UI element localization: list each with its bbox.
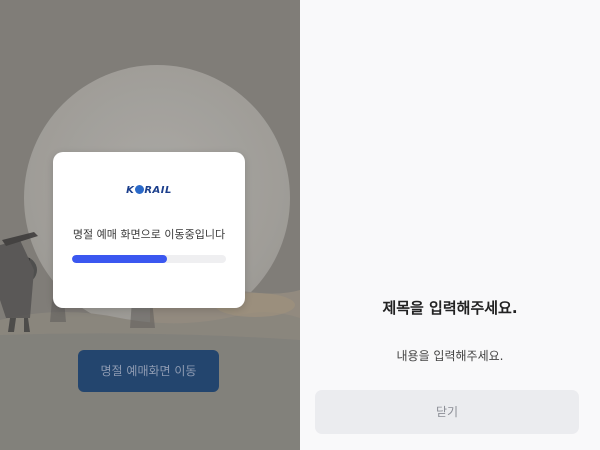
korail-logo: K RAIL <box>53 185 245 196</box>
right-panel: 제목을 입력해주세요. 내용을 입력해주세요. 닫기 <box>300 0 600 450</box>
logo-text-k: K <box>126 185 135 196</box>
loading-modal: K RAIL 명절 예매 화면으로 이동중입니다 <box>53 152 245 308</box>
dialog-title: 제목을 입력해주세요. <box>382 299 518 317</box>
progress-bar <box>72 255 226 263</box>
progress-bar-fill <box>72 255 168 263</box>
move-to-booking-button[interactable]: 명절 예매화면 이동 <box>78 350 219 392</box>
close-button[interactable]: 닫기 <box>315 390 579 434</box>
loading-message: 명절 예매 화면으로 이동중입니다 <box>72 228 226 241</box>
logo-text-rail: RAIL <box>144 185 172 196</box>
logo-globe-icon <box>134 185 144 194</box>
dialog-content: 내용을 입력해주세요. <box>396 349 504 363</box>
left-panel: K RAIL 명절 예매 화면으로 이동중입니다 명절 예매화면 이동 <box>0 0 300 450</box>
